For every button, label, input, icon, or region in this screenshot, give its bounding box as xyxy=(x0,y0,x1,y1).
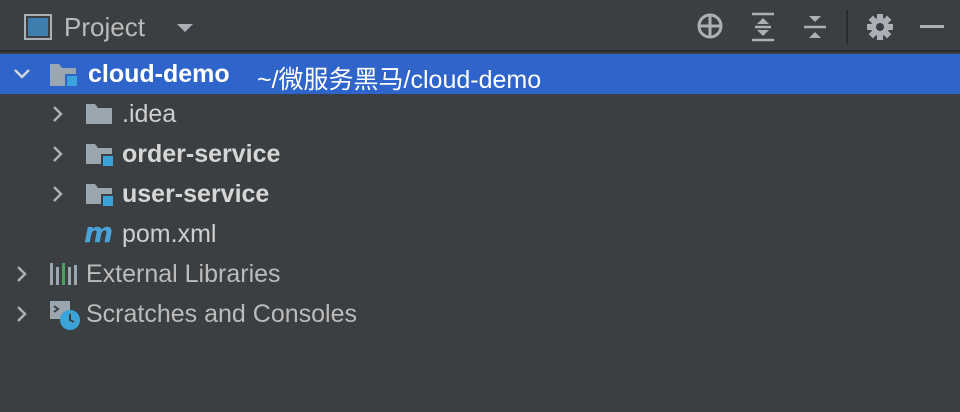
chevron-right-icon[interactable] xyxy=(48,184,68,204)
chevron-right-icon[interactable] xyxy=(12,304,32,324)
tree-item-label: External Libraries xyxy=(86,260,281,288)
tree-item-label: order-service xyxy=(122,140,281,168)
tree-row-order-service[interactable]: order-service xyxy=(0,134,960,174)
tree-item-label: .idea xyxy=(122,100,177,128)
module-folder-icon xyxy=(50,64,79,88)
chevron-right-icon[interactable] xyxy=(48,144,68,164)
root-module-path: ~/微服务黑马/cloud-demo xyxy=(257,66,542,94)
tree-row-scratches[interactable]: Scratches and Consoles xyxy=(0,294,960,334)
expand-all-icon[interactable] xyxy=(750,12,776,42)
tree-row-pom[interactable]: m pom.xml xyxy=(0,214,960,254)
tree-row-external-libraries[interactable]: External Libraries xyxy=(0,254,960,294)
scratches-icon xyxy=(50,301,80,330)
libraries-icon xyxy=(50,263,77,285)
minimize-icon[interactable] xyxy=(918,24,946,30)
panel-title[interactable]: Project xyxy=(64,12,145,43)
module-folder-icon xyxy=(86,184,115,208)
locate-icon[interactable] xyxy=(696,12,724,40)
chevron-right-icon[interactable] xyxy=(12,264,32,284)
gear-icon[interactable] xyxy=(866,13,894,41)
tree-row-root[interactable]: cloud-demo ~/微服务黑马/cloud-demo xyxy=(0,54,960,94)
chevron-down-icon[interactable] xyxy=(12,64,32,84)
maven-icon: m xyxy=(84,216,114,249)
tree-row-user-service[interactable]: user-service xyxy=(0,174,960,214)
toolbar-divider xyxy=(846,10,848,44)
tree-row-idea[interactable]: .idea xyxy=(0,94,960,134)
panel-icon[interactable] xyxy=(24,14,52,40)
folder-icon xyxy=(86,104,112,124)
root-module-name: cloud-demo xyxy=(88,60,230,88)
tree-item-label: pom.xml xyxy=(122,220,217,248)
tree-item-label: Scratches and Consoles xyxy=(86,300,357,328)
collapse-all-icon[interactable] xyxy=(802,12,828,42)
dropdown-icon[interactable] xyxy=(176,22,194,34)
chevron-right-icon[interactable] xyxy=(48,104,68,124)
tree-item-label: user-service xyxy=(122,180,270,208)
project-header: Project xyxy=(0,0,960,52)
module-folder-icon xyxy=(86,144,115,168)
